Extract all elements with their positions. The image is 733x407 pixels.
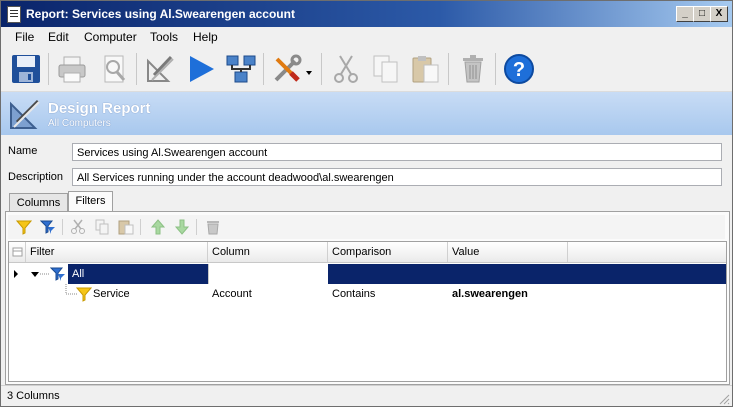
add-filter-icon[interactable] <box>16 219 32 235</box>
network-icon[interactable] <box>225 53 257 85</box>
filter-name: All <box>68 264 208 284</box>
filter-toolbar-separator <box>140 219 141 235</box>
tab-strip: Columns Filters <box>1 191 732 212</box>
print-icon[interactable] <box>56 53 88 85</box>
filter-tree-cell[interactable]: All <box>26 264 208 284</box>
cut-icon[interactable] <box>330 53 362 85</box>
row-selector-header[interactable] <box>9 242 26 262</box>
filter-delete-icon[interactable] <box>205 219 221 235</box>
toolbar-separator <box>495 53 496 85</box>
description-field[interactable]: All Services running under the account d… <box>72 168 722 186</box>
description-label: Description <box>8 171 64 183</box>
design-report-banner: Design Report All Computers <box>1 92 732 135</box>
filter-cut-icon[interactable] <box>70 219 86 235</box>
report-form: Name Services using Al.Swearengen accoun… <box>1 135 732 191</box>
value-cell[interactable]: al.swearengen <box>448 284 648 304</box>
delete-icon[interactable] <box>457 53 489 85</box>
name-label: Name <box>8 145 38 157</box>
title-bar[interactable]: Report: Services using Al.Swearengen acc… <box>1 1 732 27</box>
design-icon[interactable] <box>144 53 176 85</box>
maximize-button[interactable]: □ <box>693 6 711 22</box>
menu-computer[interactable]: Computer <box>84 30 137 44</box>
design-report-icon <box>8 97 42 131</box>
table-row[interactable]: Service Account Contains al.swearengen <box>9 284 726 304</box>
menu-help[interactable]: Help <box>193 30 218 44</box>
status-bar: 3 Columns <box>1 385 732 406</box>
tab-filters[interactable]: Filters <box>68 191 113 212</box>
run-icon[interactable] <box>185 53 217 85</box>
main-toolbar: ? <box>1 47 732 92</box>
report-document-icon <box>7 6 21 23</box>
grid-header: Filter Column Comparison Value <box>9 242 726 263</box>
move-up-arrow-icon[interactable] <box>150 219 166 235</box>
filters-panel: Filter Column Comparison Value All Servi… <box>5 211 730 385</box>
menu-file[interactable]: File <box>15 30 34 44</box>
toolbar-separator <box>448 53 449 85</box>
toolbar-separator <box>136 53 137 85</box>
menu-edit[interactable]: Edit <box>48 30 69 44</box>
minimize-button[interactable]: _ <box>676 6 694 22</box>
help-glyph: ? <box>513 59 525 81</box>
add-filter-group-icon[interactable] <box>40 219 56 235</box>
status-text: 3 Columns <box>7 390 60 402</box>
filter-copy-icon[interactable] <box>94 219 110 235</box>
column-header-filter[interactable]: Filter <box>26 242 208 262</box>
column-cell[interactable] <box>208 264 328 284</box>
row-pointer-icon <box>9 264 26 284</box>
toolbar-separator <box>263 53 264 85</box>
toolbar-separator <box>48 53 49 85</box>
name-field[interactable]: Services using Al.Swearengen account <box>72 143 722 161</box>
table-row[interactable]: All <box>9 264 726 284</box>
save-icon[interactable] <box>10 53 42 85</box>
copy-icon[interactable] <box>370 53 402 85</box>
tab-columns[interactable]: Columns <box>9 193 68 211</box>
close-button[interactable]: X <box>710 6 728 22</box>
menu-tools[interactable]: Tools <box>150 30 178 44</box>
tools-icon[interactable] <box>271 53 303 85</box>
column-header-value[interactable]: Value <box>448 242 568 262</box>
filter-toolbar <box>8 215 725 239</box>
report-window: Report: Services using Al.Swearengen acc… <box>0 0 733 407</box>
filter-tree-cell[interactable]: Service <box>26 284 208 304</box>
comparison-cell[interactable]: Contains <box>328 284 448 304</box>
comparison-cell[interactable] <box>328 264 726 284</box>
column-cell[interactable]: Account <box>208 284 328 304</box>
column-header-column[interactable]: Column <box>208 242 328 262</box>
toolbar-separator <box>321 53 322 85</box>
print-preview-icon[interactable] <box>98 53 130 85</box>
filter-funnel-icon <box>75 286 93 309</box>
filter-name: Service <box>93 288 130 300</box>
paste-icon[interactable] <box>410 53 442 85</box>
move-down-arrow-icon[interactable] <box>174 219 190 235</box>
banner-subtitle: All Computers <box>48 118 111 129</box>
column-header-comparison[interactable]: Comparison <box>328 242 448 262</box>
help-icon[interactable]: ? <box>503 53 535 85</box>
resize-grip-icon[interactable] <box>718 393 730 405</box>
menu-bar: File Edit Computer Tools Help <box>1 27 732 47</box>
tools-dropdown-chevron-icon[interactable] <box>304 53 314 85</box>
banner-title: Design Report <box>48 100 151 117</box>
filter-paste-icon[interactable] <box>118 219 134 235</box>
filter-grid: Filter Column Comparison Value All Servi… <box>8 241 727 382</box>
window-title: Report: Services using Al.Swearengen acc… <box>26 7 295 21</box>
filter-toolbar-separator <box>62 219 63 235</box>
filter-toolbar-separator <box>196 219 197 235</box>
